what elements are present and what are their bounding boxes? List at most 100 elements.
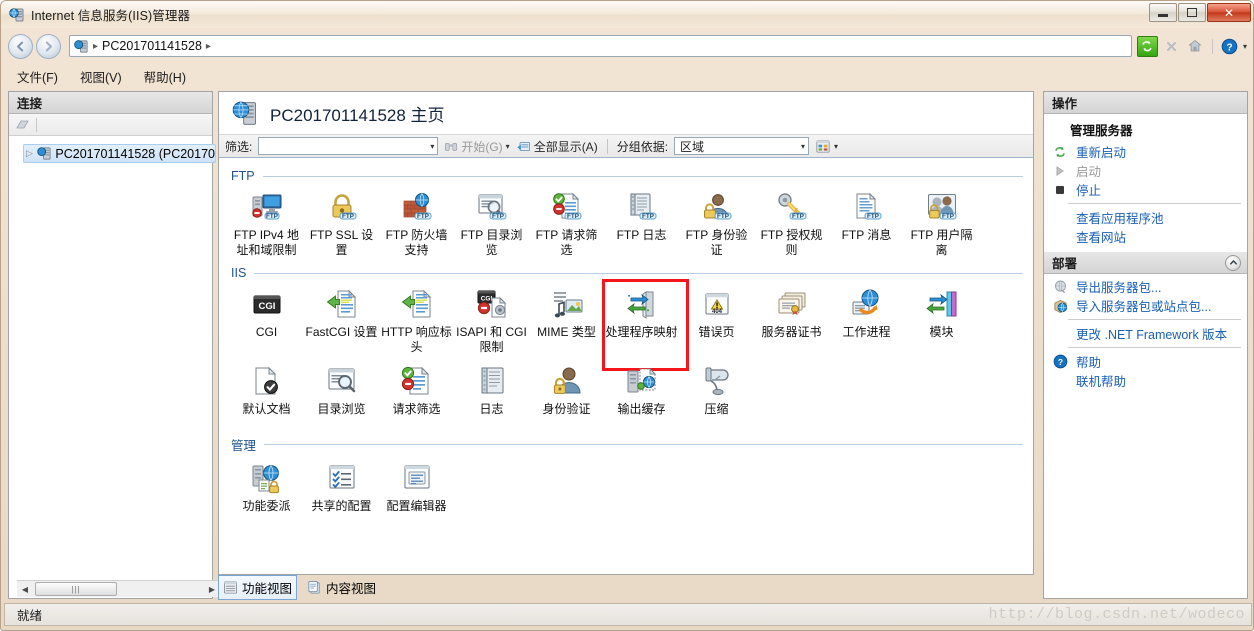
feature-worker-processes[interactable]: 工作进程 [829, 282, 904, 359]
action-view-app-pools[interactable]: 查看应用程序池 [1044, 208, 1247, 227]
menu-item-file[interactable]: 文件(F) [17, 67, 58, 86]
feature-http-response-headers[interactable]: HTTP 响应标头 [379, 282, 454, 359]
action-change-dotnet-framework-version[interactable]: 更改 .NET Framework 版本 [1044, 324, 1247, 343]
connect-to-server-icon[interactable] [15, 117, 30, 132]
action-start[interactable]: 启动 [1044, 161, 1247, 180]
feature-logging[interactable]: 日志 [454, 359, 529, 421]
maximize-button[interactable] [1178, 3, 1206, 22]
feature-ftp-directory-browsing[interactable]: FTP FTP 目录浏览 [454, 185, 529, 262]
view-mode-caret[interactable]: ▾ [834, 142, 838, 151]
error-pages-icon: 404 [701, 288, 733, 320]
expander-icon[interactable]: ▷ [26, 148, 34, 159]
feature-label: FTP 消息 [841, 228, 892, 242]
feature-ftp-user-isolation[interactable]: FTP FTP 用户隔离 [904, 185, 979, 262]
handler-mappings-icon [626, 288, 658, 320]
svg-text:?: ? [1057, 357, 1062, 367]
filter-go-button[interactable]: 开始(G) ▾ [444, 138, 510, 155]
tab-features-view[interactable]: 功能视图 [218, 575, 298, 600]
breadcrumb-separator-1[interactable]: ▸ [93, 41, 98, 52]
feature-error-pages[interactable]: 404 错误页 [679, 282, 754, 359]
action-help[interactable]: ? 帮助 [1044, 352, 1247, 371]
action-label: 导出服务器包... [1076, 281, 1162, 295]
back-button[interactable] [8, 33, 33, 59]
view-mode-button[interactable]: ▾ [815, 139, 838, 154]
feature-handler-mappings[interactable]: 处理程序映射 [602, 279, 689, 371]
forward-button[interactable] [36, 33, 61, 59]
svg-text:CGI: CGI [258, 301, 275, 312]
tab-content-view[interactable]: 内容视图 [303, 576, 380, 599]
server-home-icon [231, 99, 260, 128]
svg-text:FTP: FTP [642, 213, 654, 220]
connections-hscrollbar[interactable]: ◀ ||| ▶ [17, 580, 220, 597]
filter-go-caret[interactable]: ▾ [506, 142, 510, 151]
refresh-icon[interactable] [1136, 35, 1158, 57]
help-icon[interactable]: ? [1219, 36, 1240, 57]
help-dropdown-icon[interactable]: ▾ [1243, 42, 1247, 51]
feature-label: FTP IPv4 地址和域限制 [233, 228, 300, 257]
minimize-button[interactable] [1149, 3, 1177, 22]
close-button[interactable]: ✕ [1207, 3, 1251, 22]
scroll-thumb[interactable]: ||| [35, 582, 117, 596]
svg-text:FTP: FTP [717, 213, 729, 220]
feature-label: CGI [255, 325, 278, 339]
breadcrumb-separator-2[interactable]: ▸ [206, 41, 211, 52]
feature-ftp-messages[interactable]: FTP FTP 消息 [829, 185, 904, 262]
feature-ftp-ssl-settings[interactable]: FTP FTP SSL 设置 [304, 185, 379, 262]
address-field[interactable]: ▸ PC201701141528 ▸ [69, 35, 1132, 57]
stop-icon[interactable] [1161, 36, 1182, 57]
feature-shared-configuration[interactable]: 共享的配置 [304, 456, 379, 518]
action-import-server-or-site-package[interactable]: 导入服务器包或站点包... [1044, 296, 1247, 315]
scroll-left-arrow[interactable]: ◀ [17, 585, 33, 594]
actions-divider [1068, 319, 1241, 320]
feature-label: 目录浏览 [317, 402, 366, 416]
feature-default-document[interactable]: 默认文档 [229, 359, 304, 421]
group-rule [262, 175, 1023, 177]
action-online-help[interactable]: 联机帮助 [1044, 371, 1247, 390]
breadcrumb-server-name[interactable]: PC201701141528 [102, 39, 202, 53]
group-by-caret[interactable]: ▾ [801, 142, 805, 151]
group-by-select[interactable]: 区域 ▾ [674, 137, 810, 155]
feature-request-filtering[interactable]: 请求筛选 [379, 359, 454, 421]
filter-go-label: 开始(G) [461, 139, 503, 154]
iis-feature-grid: CGI CGI FastCGI 设置 HTTP 响应标头 CGI ISAPI 和… [229, 279, 1023, 421]
feature-ftp-authorization-rules[interactable]: FTP FTP 授权规则 [754, 185, 829, 262]
shared-configuration-icon [326, 462, 358, 494]
feature-cgi[interactable]: CGI CGI [229, 282, 304, 359]
feature-configuration-editor[interactable]: 配置编辑器 [379, 456, 454, 518]
feature-ftp-request-filtering[interactable]: FTP FTP 请求筛选 [529, 185, 604, 262]
feature-directory-browsing[interactable]: 目录浏览 [304, 359, 379, 421]
action-label: 重新启动 [1076, 146, 1127, 160]
chevron-up-icon[interactable] [1225, 254, 1241, 271]
ftp-authentication-icon: FTP [701, 191, 733, 223]
home-icon[interactable] [1185, 36, 1206, 57]
spacer-icon [1052, 210, 1068, 226]
feature-ftp-ipv4-restrictions[interactable]: FTP FTP IPv4 地址和域限制 [229, 185, 304, 262]
menu-item-view[interactable]: 视图(V) [80, 67, 122, 86]
feature-ftp-firewall-support[interactable]: FTP FTP 防火墙支持 [379, 185, 454, 262]
feature-feature-delegation[interactable]: 功能委派 [229, 456, 304, 518]
menu-item-help[interactable]: 帮助(H) [144, 67, 186, 86]
ftp-logging-icon: FTP [626, 191, 658, 223]
feature-authentication[interactable]: 身份验证 [529, 359, 604, 421]
feature-compression[interactable]: 压缩 [679, 359, 754, 421]
feature-label: FTP 请求筛选 [535, 228, 598, 257]
filter-dropdown-caret[interactable]: ▾ [430, 142, 434, 151]
action-export-server-package[interactable]: 导出服务器包... [1044, 277, 1247, 296]
action-view-sites[interactable]: 查看网站 [1044, 227, 1247, 246]
show-all-button[interactable]: 全部显示(A) [516, 138, 598, 155]
isapi-cgi-restrictions-icon: CGI [476, 288, 508, 320]
feature-ftp-authentication[interactable]: FTP FTP 身份验证 [679, 185, 754, 262]
feature-modules[interactable]: 模块 [904, 282, 979, 359]
filter-input[interactable]: ▾ [258, 137, 439, 155]
feature-isapi-cgi-restrictions[interactable]: CGI ISAPI 和 CGI 限制 [454, 282, 529, 359]
action-restart[interactable]: 重新启动 [1044, 142, 1247, 161]
feature-mime-types[interactable]: MIME 类型 [529, 282, 604, 359]
feature-ftp-logging[interactable]: FTP FTP 日志 [604, 185, 679, 262]
action-stop[interactable]: 停止 [1044, 180, 1247, 199]
tree-item-server[interactable]: ▷ PC201701141528 (PC20170 [23, 144, 216, 163]
group-rule [254, 272, 1023, 274]
feature-server-certificates[interactable]: 服务器证书 [754, 282, 829, 359]
feature-output-caching[interactable]: 输出缓存 [604, 359, 679, 421]
view-tabs: 功能视图 内容视图 [218, 575, 1034, 600]
feature-fastcgi-settings[interactable]: FastCGI 设置 [304, 282, 379, 359]
